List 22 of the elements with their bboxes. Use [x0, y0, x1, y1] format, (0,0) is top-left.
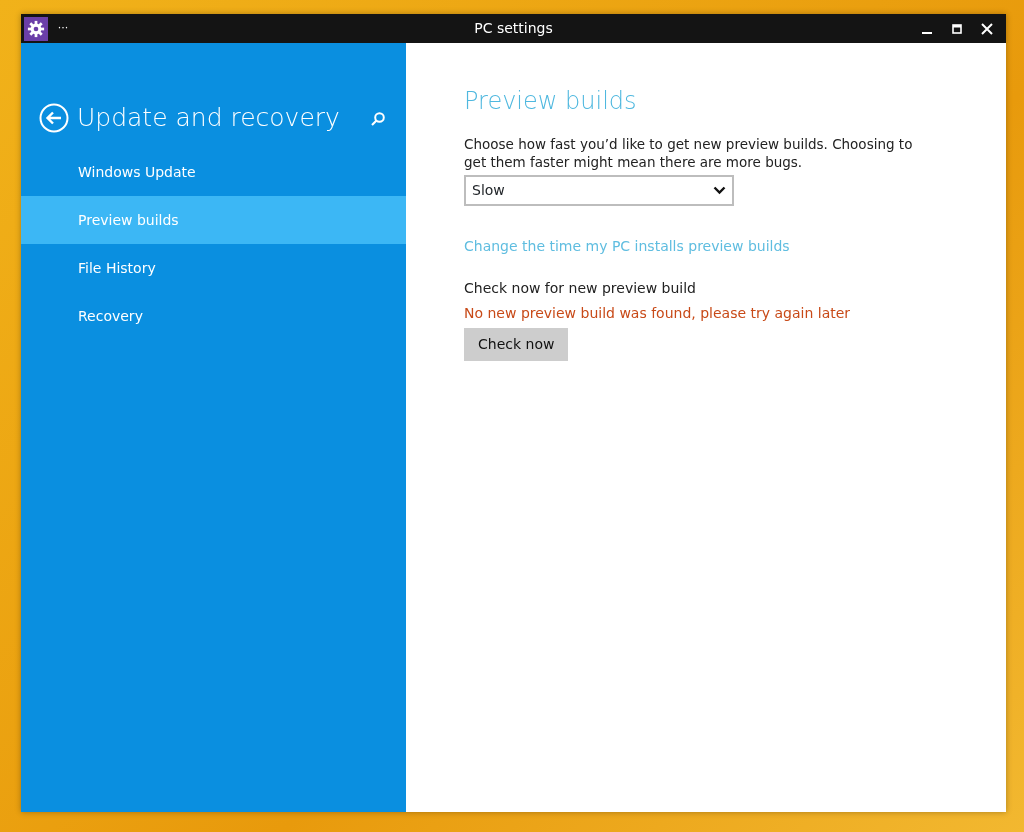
description-text: Choose how fast you’d like to get new preview builds. Choosing to get them faster might mean there are more bugs. [464, 135, 914, 171]
check-now-button[interactable]: Check now [464, 328, 569, 361]
minimize-icon [922, 31, 932, 34]
sidebar-item[interactable]: Windows Update [21, 148, 406, 196]
change-time-link[interactable]: Change the time my PC installs preview builds [464, 238, 790, 254]
maximize-icon [952, 23, 962, 34]
status-message: No new preview build was found, please try again later [464, 304, 852, 323]
close-icon [981, 22, 993, 35]
app-icon[interactable] [24, 16, 48, 41]
gear-icon [27, 19, 45, 38]
sidebar-item[interactable]: Recovery [21, 292, 406, 340]
chevron-down-icon [713, 186, 726, 195]
check-label: Check now for new preview build [464, 279, 697, 298]
window-title: PC settings [474, 19, 553, 38]
menu-button[interactable]: ··· [48, 14, 78, 43]
back-button[interactable] [39, 103, 69, 133]
search-icon [370, 110, 386, 127]
sidebar-item[interactable]: Preview builds [21, 196, 406, 244]
sidebar-item[interactable]: File History [21, 244, 406, 292]
page-title: Preview builds [464, 86, 638, 117]
speed-dropdown[interactable]: Slow [464, 175, 734, 206]
section-heading: Update and recovery [77, 102, 340, 135]
